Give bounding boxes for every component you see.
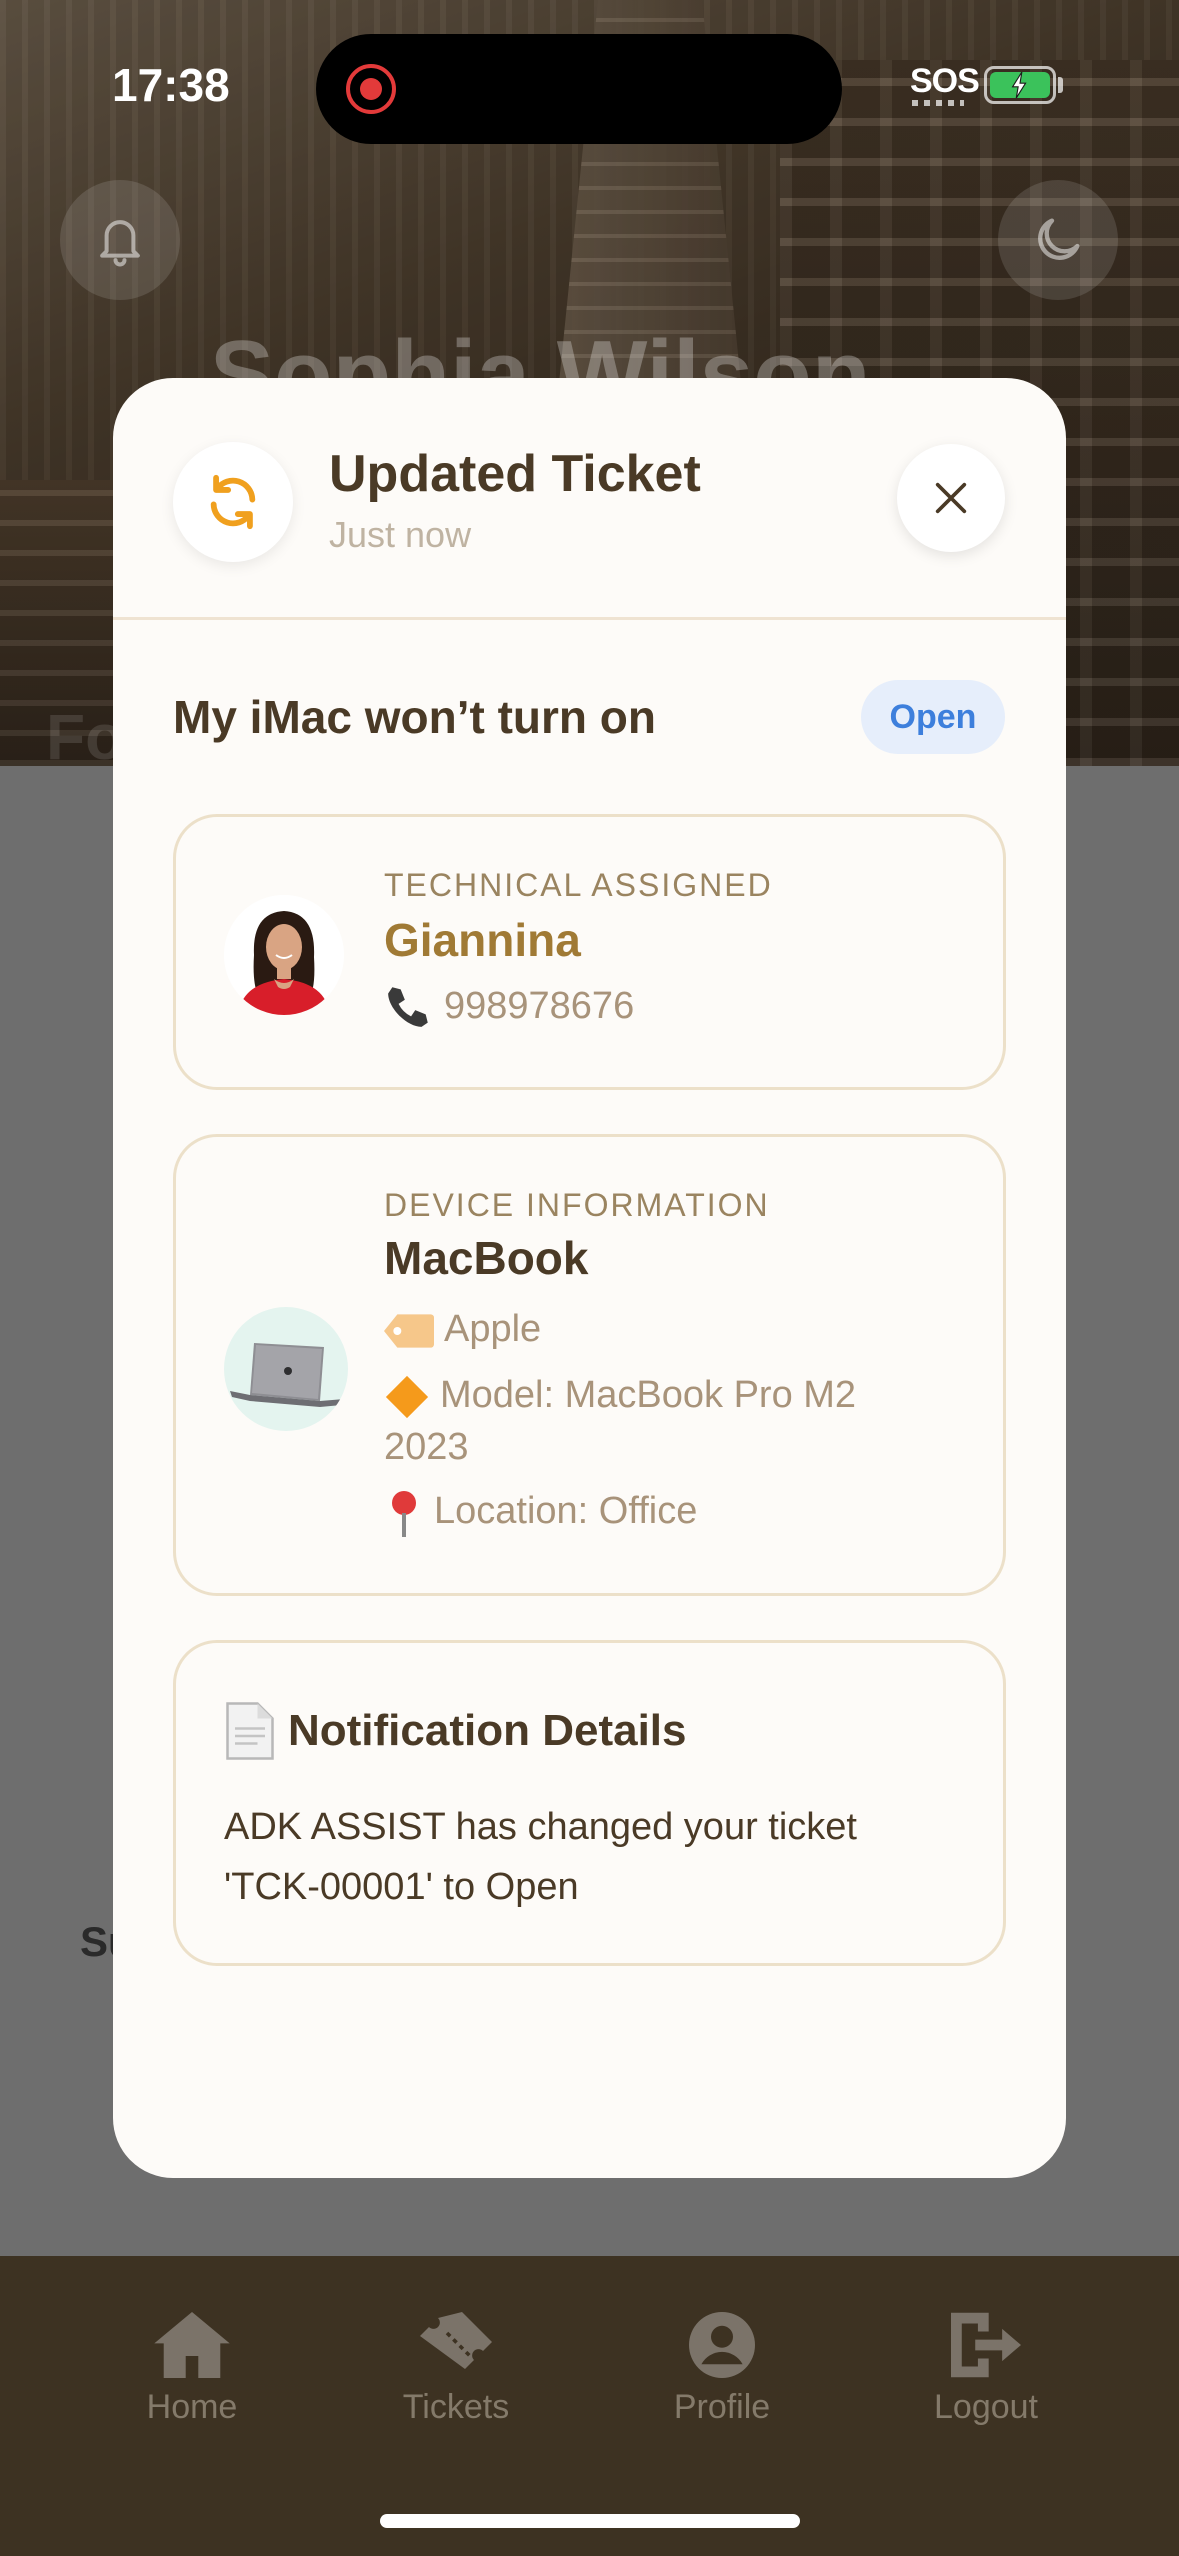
device-section-label: DEVICE INFORMATION <box>384 1187 770 1223</box>
notification-details-title: Notification Details <box>288 1706 687 1755</box>
device-brand-row: Apple <box>384 1303 944 1355</box>
modal-title: Updated Ticket <box>329 445 701 503</box>
modal-timestamp: Just now <box>329 514 472 555</box>
diamond-icon <box>385 1375 429 1419</box>
notification-details-card: Notification Details ADK ASSIST has chan… <box>173 1640 1006 1966</box>
device-card: DEVICE INFORMATION MacBook Apple Model: … <box>173 1134 1006 1596</box>
home-indicator <box>380 2514 800 2528</box>
screen-recording-icon <box>346 64 396 114</box>
device-image <box>224 1307 348 1431</box>
technician-phone: 998978676 <box>444 984 635 1027</box>
close-button[interactable] <box>897 444 1005 552</box>
device-brand: Apple <box>444 1308 542 1350</box>
profile-icon <box>689 2312 755 2378</box>
status-badge: Open <box>861 680 1005 754</box>
logout-icon <box>951 2312 1021 2378</box>
notifications-button[interactable] <box>60 180 180 300</box>
modal-header: Updated Ticket Just now <box>113 378 1066 620</box>
dark-mode-button[interactable] <box>998 180 1118 300</box>
location-pin-icon <box>392 1490 416 1537</box>
nav-tickets-label: Tickets <box>402 2388 510 2426</box>
nav-profile[interactable]: Profile <box>622 2312 822 2427</box>
battery-icon <box>984 66 1056 104</box>
moon-icon <box>1038 218 1080 260</box>
nav-logout-label: Logout <box>934 2388 1038 2426</box>
sos-indicator: SOS <box>910 62 980 100</box>
device-model-row: Model: MacBook Pro M2 2023 <box>384 1369 944 1473</box>
tag-icon <box>384 1314 434 1348</box>
technician-card: TECHNICAL ASSIGNED Giannina 998978676 <box>173 814 1006 1090</box>
nav-profile-label: Profile <box>673 2388 771 2426</box>
document-icon <box>226 1702 274 1760</box>
battery-cap <box>1058 77 1063 93</box>
notification-details-body: ADK ASSIST has changed your ticket 'TCK-… <box>224 1806 857 1908</box>
device-model: Model: MacBook Pro M2 2023 <box>384 1374 857 1468</box>
phone-icon <box>388 987 428 1027</box>
dynamic-island <box>316 34 842 144</box>
signal-dots-icon <box>912 100 964 106</box>
ticket-update-modal: Updated Ticket Just now My iMac won’t tu… <box>113 378 1066 2178</box>
technician-name: Giannina <box>384 914 581 966</box>
ticket-icon <box>420 2312 492 2369</box>
bell-icon <box>100 220 140 267</box>
ticket-title: My iMac won’t turn on <box>173 691 656 743</box>
close-icon <box>935 482 967 514</box>
nav-home[interactable]: Home <box>92 2312 292 2427</box>
device-location-row: Location: Office <box>384 1485 944 1537</box>
technician-avatar <box>224 895 344 1015</box>
technician-phone-row[interactable]: 998978676 <box>384 983 634 1029</box>
refresh-badge <box>173 442 293 562</box>
nav-home-label: Home <box>146 2388 238 2426</box>
bottom-navigation: Home Tickets Profile Logout <box>0 2256 1179 2556</box>
refresh-icon <box>210 474 256 530</box>
device-location: Location: Office <box>434 1490 698 1532</box>
device-name: MacBook <box>384 1232 589 1284</box>
home-icon <box>154 2312 230 2378</box>
status-time: 17:38 <box>112 59 230 111</box>
technician-section-label: TECHNICAL ASSIGNED <box>384 867 773 903</box>
notification-details-header: Notification Details <box>224 1701 687 1761</box>
nav-logout[interactable]: Logout <box>886 2312 1086 2427</box>
nav-tickets[interactable]: Tickets <box>356 2312 556 2427</box>
charging-bolt-icon <box>1011 72 1027 98</box>
